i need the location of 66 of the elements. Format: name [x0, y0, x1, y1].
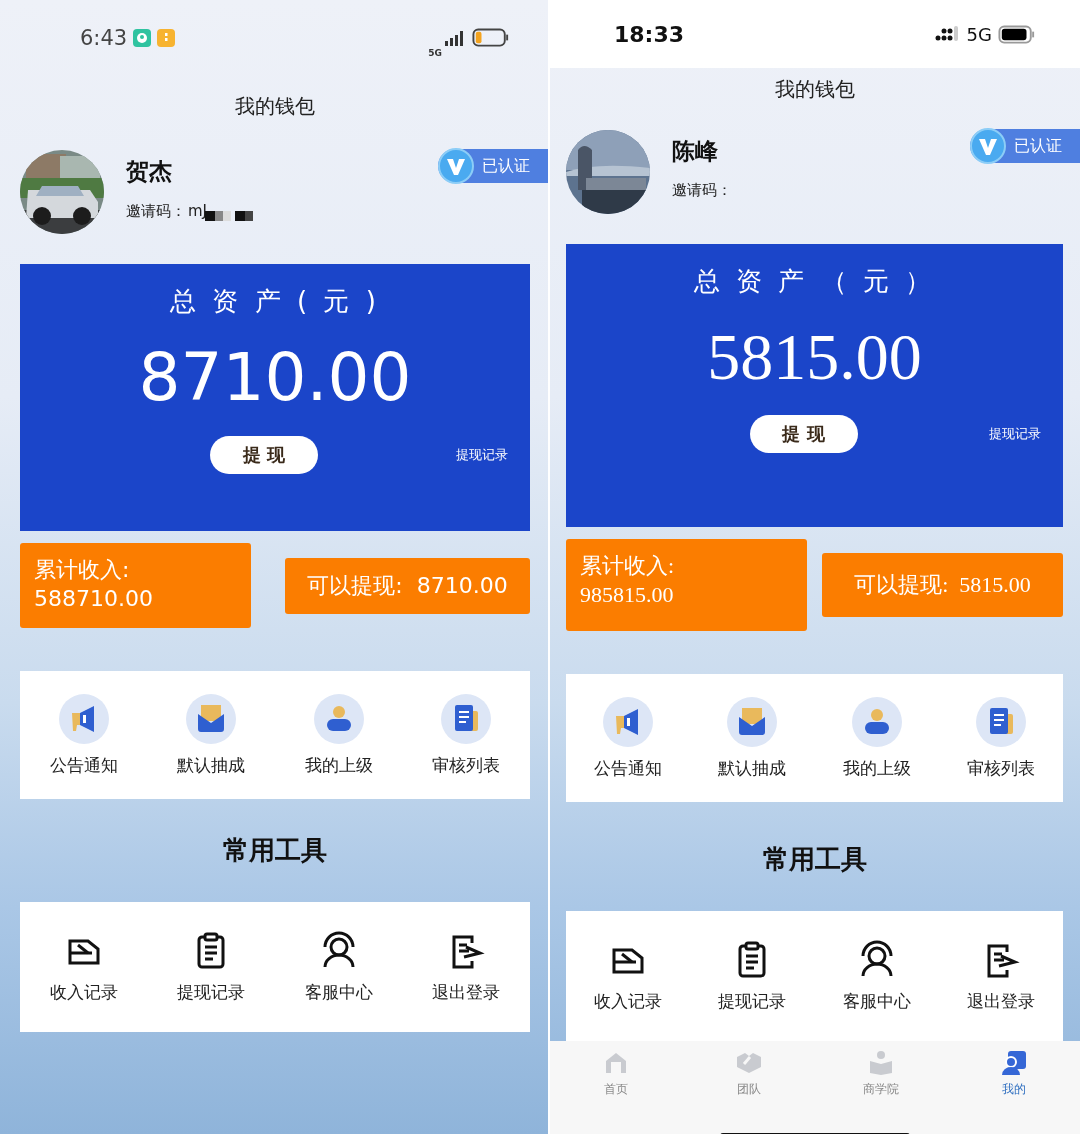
network-label: 5G — [966, 23, 992, 45]
verified-label: 已认证 — [1014, 135, 1062, 157]
tab-item[interactable]: 商学院 — [815, 1049, 948, 1098]
app-notification-icon — [157, 28, 176, 47]
app-notification-icon — [133, 28, 152, 47]
tab-item[interactable]: 团队 — [682, 1049, 815, 1098]
person-icon — [313, 693, 364, 744]
asset-label: 总 资 产 （ 元 ） — [693, 265, 936, 298]
shortcut-item[interactable]: 审核列表 — [402, 693, 530, 777]
tool-item[interactable]: 客服中心 — [275, 930, 403, 1004]
withdraw-button[interactable]: 提 现 — [749, 415, 858, 453]
shortcut-item[interactable]: 默认抽成 — [147, 693, 275, 777]
tool-item[interactable]: 客服中心 — [814, 939, 939, 1013]
tab-item[interactable]: 我的 — [947, 1049, 1080, 1098]
battery-icon — [998, 24, 1036, 44]
user-name: 贺杰 — [126, 157, 173, 186]
battery-icon — [472, 28, 510, 47]
invite-code: mJ — [188, 202, 208, 220]
page-title: 我的钱包 — [773, 76, 856, 103]
megaphone-icon — [603, 696, 654, 747]
envelope-icon — [727, 696, 778, 747]
withdraw-history-link[interactable]: 提现记录 — [318, 446, 530, 464]
page-title: 我的钱包 — [234, 93, 316, 120]
status-time: 6:43 — [80, 25, 128, 50]
person-icon — [851, 696, 902, 747]
envelope-icon — [186, 693, 237, 744]
shortcut-item[interactable]: 默认抽成 — [690, 696, 815, 780]
status-time: 18:33 — [614, 21, 685, 47]
shortcut-item[interactable]: 公告通知 — [20, 693, 148, 777]
asset-amount: 5815.00 — [707, 319, 922, 395]
document-icon — [441, 693, 492, 744]
megaphone-icon — [58, 693, 109, 744]
verified-label: 已认证 — [482, 155, 530, 177]
tool-item[interactable]: 退出登录 — [938, 939, 1063, 1013]
income-value: 985815.00 — [580, 581, 675, 609]
income-label: 累计收入: — [580, 552, 676, 580]
withdraw-history-link[interactable]: 提现记录 — [857, 425, 1063, 443]
tool-item[interactable]: 退出登录 — [402, 930, 530, 1004]
verified-icon — [970, 128, 1006, 164]
tool-item[interactable]: 提现记录 — [147, 930, 275, 1004]
shortcut-item[interactable]: 我的上级 — [814, 696, 939, 780]
tool-item[interactable]: 收入记录 — [566, 939, 691, 1013]
shortcut-item[interactable]: 公告通知 — [566, 696, 691, 780]
shortcut-item[interactable]: 我的上级 — [275, 693, 403, 777]
network-label: 5G — [428, 47, 442, 58]
available-amount: 可以提现: 8710.00 — [285, 557, 530, 614]
asset-label: 总 资 产 ( 元 ) — [170, 285, 380, 318]
section-title: 常用工具 — [222, 834, 328, 867]
document-icon — [975, 696, 1026, 747]
invite-code-label: 邀请码： — [126, 201, 186, 221]
verified-icon — [438, 148, 474, 184]
tool-item[interactable]: 收入记录 — [20, 930, 148, 1004]
available-amount: 可以提现: 5815.00 — [822, 553, 1063, 617]
invite-code-label: 邀请码： — [672, 181, 732, 200]
tool-item[interactable]: 提现记录 — [690, 939, 815, 1013]
signal-icon — [444, 29, 466, 46]
withdraw-button[interactable]: 提 现 — [210, 436, 318, 474]
income-value: 588710.00 — [34, 585, 154, 613]
user-name: 陈峰 — [672, 137, 719, 166]
signal-icon — [934, 26, 961, 42]
tab-item[interactable]: 首页 — [550, 1049, 683, 1098]
income-label: 累计收入: — [34, 556, 131, 584]
profile-icon — [999, 1049, 1028, 1077]
asset-amount: 8710.00 — [138, 339, 412, 416]
section-title: 常用工具 — [761, 843, 868, 876]
shortcut-item[interactable]: 审核列表 — [938, 696, 1063, 780]
